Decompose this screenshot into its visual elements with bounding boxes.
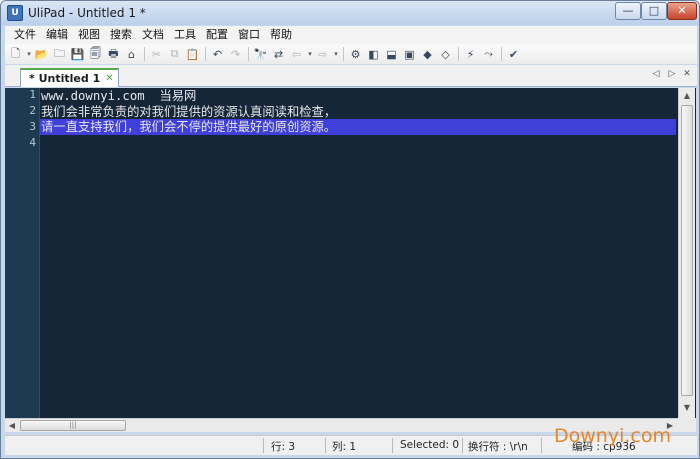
forward-dropdown-icon[interactable]: ▾	[332, 50, 340, 58]
toolbar-separator	[248, 47, 249, 61]
undo-icon[interactable]: ↶	[209, 46, 226, 62]
line-number-gutter[interactable]: 1 2 3 4	[5, 88, 39, 418]
maximize-button[interactable]: □	[641, 2, 667, 20]
menu-edit[interactable]: 编辑	[41, 27, 73, 43]
left-panel-icon[interactable]: ◧	[365, 46, 382, 62]
python-shell-icon[interactable]: ▣	[401, 46, 418, 62]
back-dropdown-icon[interactable]: ▾	[306, 50, 314, 58]
open-folder-icon[interactable]: 🗀	[51, 46, 68, 62]
tab-strip: * Untitled 1 ✕ ◁ ▷ ✕	[5, 65, 697, 87]
toolbar-separator	[144, 47, 145, 61]
menu-help[interactable]: 帮助	[265, 27, 297, 43]
tab-label: * Untitled 1	[29, 72, 101, 85]
scrollbar-corner	[678, 418, 696, 432]
line-number: 1	[29, 88, 36, 101]
copy-icon[interactable]: ⧉	[166, 46, 183, 62]
replace-icon[interactable]: ⇄	[270, 46, 287, 62]
toolbar-separator	[205, 47, 206, 61]
scroll-left-icon[interactable]: ◀	[5, 419, 19, 432]
status-divider	[263, 438, 264, 453]
find-icon[interactable]: 🔭	[252, 46, 269, 62]
save-all-icon[interactable]: 🗐	[87, 46, 104, 62]
line-number: 4	[29, 136, 36, 149]
toolbar-separator	[343, 47, 344, 61]
menu-config[interactable]: 配置	[201, 27, 233, 43]
window-title: UliPad - Untitled 1 *	[28, 6, 146, 20]
redo-icon[interactable]: ↷	[227, 46, 244, 62]
toolbar-separator	[501, 47, 502, 61]
back-icon[interactable]: ⇦	[288, 46, 305, 62]
scroll-up-icon[interactable]: ▲	[679, 88, 695, 104]
menu-bar: 文件 编辑 视图 搜索 文档 工具 配置 窗口 帮助	[5, 26, 697, 44]
status-column: 列: 1	[332, 441, 357, 453]
tab-scroll-left-icon[interactable]: ◁	[650, 69, 662, 79]
web-preview-icon[interactable]: ⌂	[123, 46, 140, 62]
code-editor[interactable]: 1 2 3 4 www.downyi.com 当易网 我们会非常负责的对我们提供…	[5, 88, 696, 432]
menu-window[interactable]: 窗口	[233, 27, 265, 43]
menu-document[interactable]: 文档	[137, 27, 169, 43]
watermark-text: Downyi.com	[554, 425, 671, 447]
print-icon[interactable]: 🖶	[105, 46, 122, 62]
status-selected: Selected: 0	[400, 439, 460, 451]
menu-view[interactable]: 视图	[73, 27, 105, 43]
save-icon[interactable]: 💾	[69, 46, 86, 62]
tab-untitled-1[interactable]: * Untitled 1 ✕	[20, 68, 119, 87]
run-icon[interactable]: ⚡	[462, 46, 479, 62]
gutter-divider	[39, 88, 40, 418]
code-line[interactable]: www.downyi.com 当易网	[41, 88, 196, 104]
toolbar: 🗋 ▾ 📂 🗀 💾 🗐 🖶 ⌂ ✂ ⧉ 📋 ↶ ↷ 🔭 ⇄ ⇦ ▾ ⇨ ▾ ⚙ …	[5, 44, 697, 64]
status-divider	[325, 438, 326, 453]
toolbar-separator	[458, 47, 459, 61]
line-number: 3	[29, 120, 36, 133]
code-line[interactable]: 请一直支持我们，我们会不停的提供最好的原创资源。	[41, 119, 336, 135]
paste-icon[interactable]: 📋	[184, 46, 201, 62]
tab-scroll-right-icon[interactable]: ▷	[666, 69, 678, 79]
close-button[interactable]: ✕	[667, 2, 697, 20]
horizontal-scroll-thumb[interactable]: |||	[20, 420, 126, 431]
status-divider	[392, 438, 393, 453]
status-line-ending: 换行符 : \r\n	[468, 441, 528, 453]
vertical-scroll-thumb[interactable]	[681, 105, 693, 396]
new-file-dropdown-icon[interactable]: ▾	[25, 50, 33, 58]
menu-file[interactable]: 文件	[9, 27, 41, 43]
status-divider	[541, 438, 542, 453]
app-window: U UliPad - Untitled 1 * — □ ✕ 文件 编辑 视图 搜…	[0, 0, 700, 459]
tab-close-all-icon[interactable]: ✕	[681, 69, 693, 79]
new-file-icon[interactable]: 🗋	[7, 46, 24, 62]
status-divider	[462, 438, 463, 453]
app-logo-icon: U	[7, 5, 23, 21]
vertical-scrollbar[interactable]: ▲ ▼	[678, 88, 695, 418]
tab-close-icon[interactable]: ✕	[105, 73, 113, 84]
preferences-icon[interactable]: ⚙	[347, 46, 364, 62]
status-row: 行: 3	[271, 441, 296, 453]
minimize-button[interactable]: —	[615, 2, 641, 20]
debug-icon[interactable]: ⤳	[480, 46, 497, 62]
forward-icon[interactable]: ⇨	[314, 46, 331, 62]
title-bar[interactable]: U UliPad - Untitled 1 * — □ ✕	[1, 1, 699, 25]
code-line[interactable]: 我们会非常负责的对我们提供的资源认真阅读和检查，	[41, 104, 336, 120]
bookmark-next-icon[interactable]: ◇	[437, 46, 454, 62]
cut-icon[interactable]: ✂	[148, 46, 165, 62]
open-file-icon[interactable]: 📂	[33, 46, 50, 62]
menu-search[interactable]: 搜索	[105, 27, 137, 43]
bookmark-icon[interactable]: ◆	[419, 46, 436, 62]
bottom-panel-icon[interactable]: ⬓	[383, 46, 400, 62]
spell-check-icon[interactable]: ✔	[505, 46, 522, 62]
menu-tools[interactable]: 工具	[169, 27, 201, 43]
scroll-down-icon[interactable]: ▼	[679, 400, 695, 416]
line-number: 2	[29, 104, 36, 117]
